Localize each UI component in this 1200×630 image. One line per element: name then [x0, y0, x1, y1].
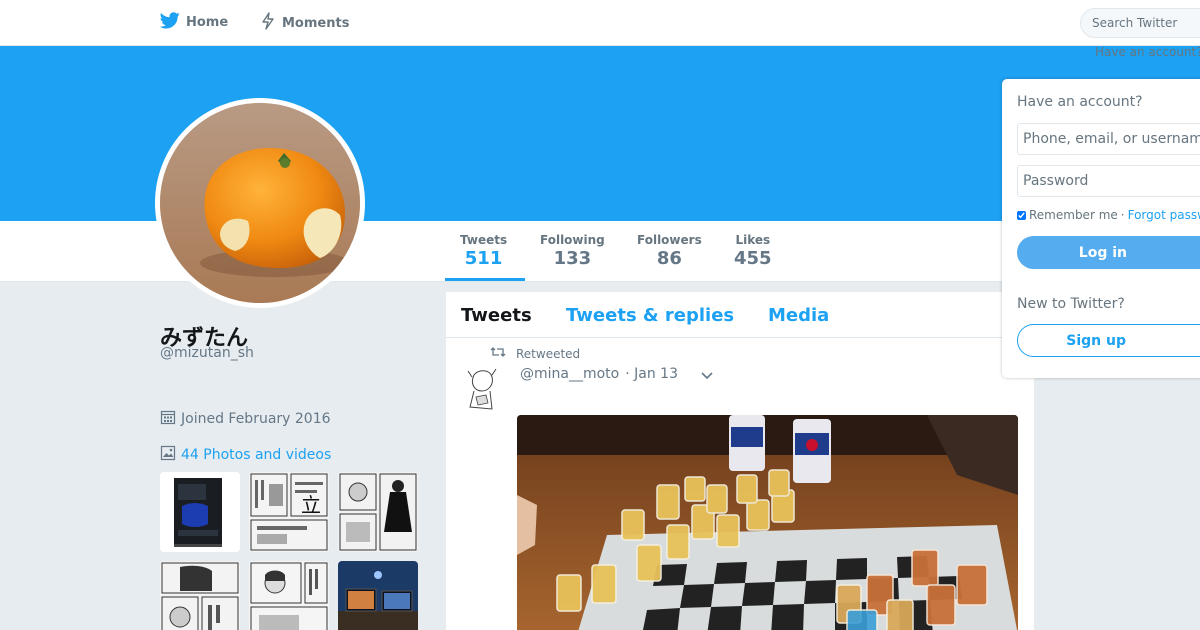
photo-thumbnail[interactable]: [249, 561, 329, 630]
photos-videos-link[interactable]: 44 Photos and videos: [160, 445, 331, 465]
tab-tweets[interactable]: Tweets: [461, 305, 532, 326]
stat-value: 133: [553, 248, 592, 269]
remember-checkbox[interactable]: [1017, 210, 1026, 220]
tab-tweets-replies[interactable]: Tweets & replies: [566, 305, 734, 326]
have-account-hint: Have an account?: [1095, 45, 1200, 59]
tweet-date[interactable]: · Jan 13: [625, 366, 678, 382]
photo-thumbnail[interactable]: [338, 561, 418, 630]
remember-label[interactable]: Remember me: [1029, 208, 1118, 222]
login-title: Have an account?: [1017, 94, 1143, 110]
stat-value: 86: [656, 248, 682, 269]
signup-button[interactable]: Sign up: [1017, 324, 1200, 357]
twitter-bird-icon: [159, 12, 180, 33]
photo-thumbnail[interactable]: [160, 472, 240, 552]
calendar-icon: [160, 409, 176, 429]
retweet-icon: [490, 346, 506, 361]
tweet-media-image[interactable]: [517, 415, 1018, 630]
photo-icon: [160, 445, 176, 465]
stat-followers[interactable]: Followers 86: [637, 233, 702, 269]
stat-label: Tweets: [460, 233, 508, 247]
photo-thumbnail[interactable]: [338, 472, 418, 552]
stat-label: Likes: [735, 233, 771, 247]
tweet-author-avatar[interactable]: [462, 367, 502, 413]
moments-lightning-icon: [260, 12, 276, 34]
username-field[interactable]: [1017, 123, 1200, 155]
remember-row: Remember me · Forgot password?: [1017, 208, 1200, 222]
stat-label: Followers: [637, 233, 702, 247]
stat-tweets[interactable]: Tweets 511: [460, 233, 507, 269]
new-to-twitter-label: New to Twitter?: [1017, 296, 1125, 312]
chevron-down-icon[interactable]: [700, 368, 714, 387]
retweet-label: Retweeted: [516, 346, 581, 361]
tweet-header: @mina__moto · Jan 13: [520, 366, 678, 382]
joined-date: Joined February 2016: [160, 409, 331, 429]
profile-handle[interactable]: @mizutan_sh: [160, 345, 254, 361]
tweet-author-handle[interactable]: @mina__moto: [520, 366, 619, 382]
nav-home-label: Home: [186, 15, 229, 30]
stat-following[interactable]: Following 133: [540, 233, 605, 269]
top-navigation: Home Moments: [0, 0, 1200, 46]
password-field[interactable]: [1017, 165, 1200, 197]
stat-label: Following: [540, 233, 605, 247]
login-button[interactable]: Log in: [1017, 236, 1200, 269]
timeline-tabs: Tweets Tweets & replies Media: [446, 292, 1034, 338]
forgot-password-link[interactable]: Forgot password?: [1128, 208, 1200, 222]
stat-value: 511: [464, 248, 503, 269]
search-input[interactable]: [1080, 8, 1200, 38]
nav-home[interactable]: Home: [159, 12, 229, 33]
tweet-timeline: Tweets Tweets & replies Media Retweeted …: [446, 292, 1034, 630]
svg-text:立: 立: [301, 493, 321, 517]
login-dialog: Have an account? Remember me · Forgot pa…: [1002, 79, 1200, 378]
photos-link-label: 44 Photos and videos: [181, 447, 332, 463]
tab-media[interactable]: Media: [768, 305, 829, 326]
avatar[interactable]: [155, 98, 365, 308]
retweet-context: Retweeted: [490, 346, 580, 361]
nav-moments[interactable]: Moments: [260, 12, 349, 34]
active-stat-underline: [445, 278, 525, 281]
photo-thumbnail[interactable]: [160, 561, 240, 630]
separator: ·: [1120, 208, 1125, 222]
joined-label: Joined February 2016: [181, 411, 331, 427]
nav-moments-label: Moments: [282, 15, 350, 31]
photo-thumbnail[interactable]: 立: [249, 472, 329, 552]
stat-likes[interactable]: Likes 455: [734, 233, 772, 269]
stat-value: 455: [734, 248, 772, 269]
